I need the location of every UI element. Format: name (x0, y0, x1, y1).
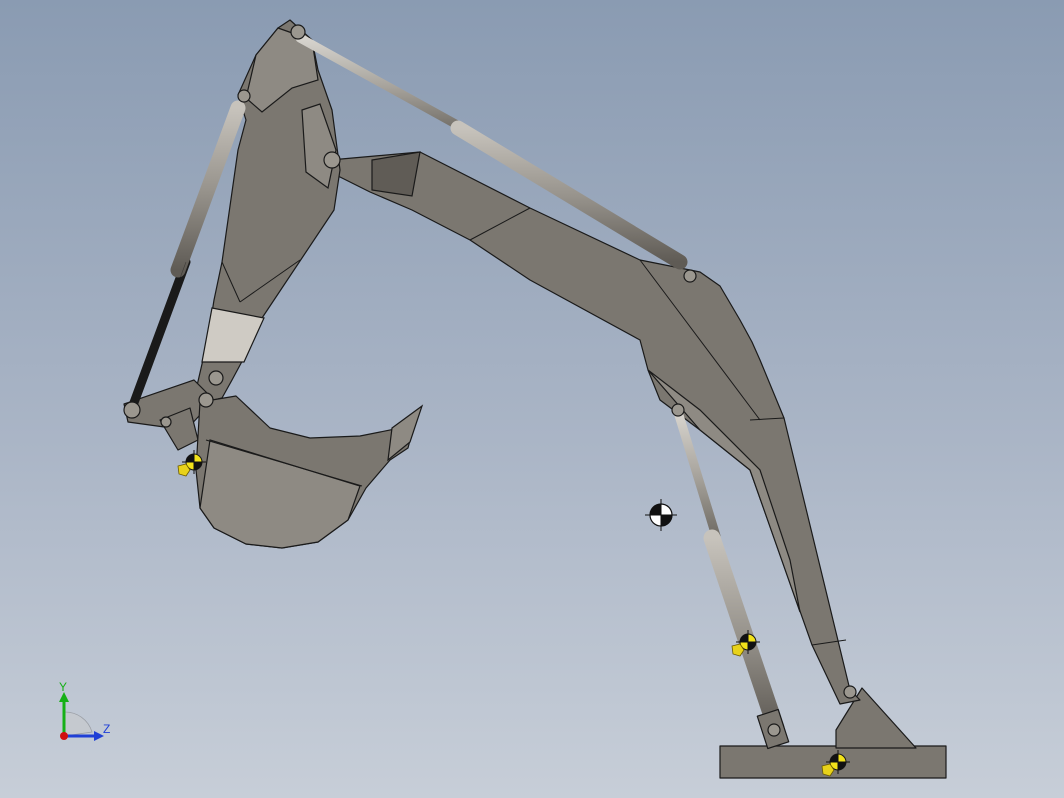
excavator-arm-model[interactable]: Y Z (0, 0, 1064, 798)
x-axis-icon (60, 732, 68, 740)
coordinate-triad: Y Z (59, 680, 110, 741)
z-axis-label: Z (103, 722, 110, 736)
cad-viewport[interactable]: Y Z (0, 0, 1064, 798)
center-of-mass-icon[interactable] (645, 499, 677, 531)
y-axis-label: Y (59, 680, 67, 694)
stick-wear-pad (201, 307, 265, 363)
bucket-tooth[interactable] (387, 404, 424, 462)
boom-collar (371, 151, 421, 197)
